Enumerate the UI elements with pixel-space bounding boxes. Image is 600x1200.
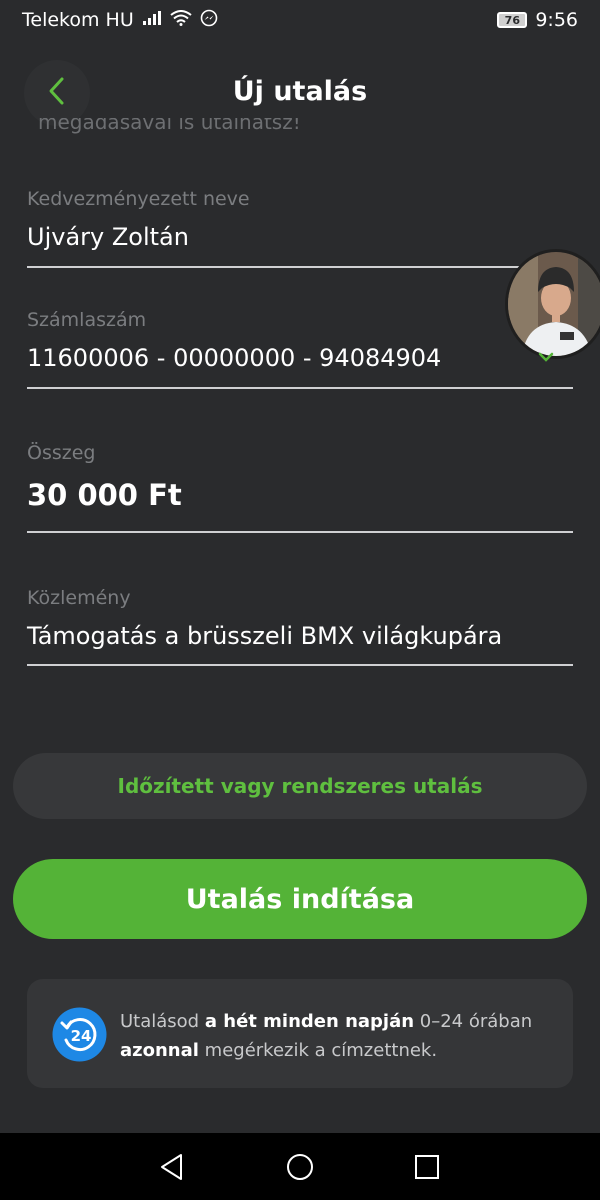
battery-icon: 76	[497, 12, 528, 28]
navigation-bar	[0, 1133, 600, 1200]
signal-icon	[142, 9, 162, 31]
clock: 9:56	[535, 9, 578, 31]
beneficiary-label: Kedvezményezett neve	[27, 188, 250, 210]
status-bar: Telekom HU 76 9:56	[0, 0, 600, 40]
account-number-label: Számlaszám	[27, 309, 147, 331]
chevron-down-icon[interactable]	[538, 348, 554, 367]
clock-24-label: 24	[71, 1027, 92, 1045]
account-number-underline	[27, 387, 573, 389]
message-underline	[27, 664, 573, 666]
account-number-input[interactable]: 11600006 - 00000000 - 94084904	[27, 344, 441, 372]
message-field[interactable]: Közlemény Támogatás a brüsszeli BMX vilá…	[27, 585, 573, 669]
clipped-hint-text: megadásával is utalhatsz!	[38, 118, 301, 134]
amount-label: Összeg	[27, 442, 96, 464]
beneficiary-input[interactable]: Ujváry Zoltán	[27, 223, 189, 251]
messenger-icon	[200, 9, 218, 32]
avatar[interactable]	[508, 252, 600, 356]
scheduled-transfer-button[interactable]: Időzített vagy rendszeres utalás	[13, 753, 587, 819]
account-number-field[interactable]: Számlaszám 11600006 - 00000000 - 9408490…	[27, 307, 573, 391]
message-input[interactable]: Támogatás a brüsszeli BMX világkupára	[27, 622, 502, 650]
amount-underline	[27, 531, 573, 533]
nav-home-icon[interactable]	[285, 1152, 315, 1182]
page-title: Új utalás	[232, 76, 368, 107]
wifi-icon	[170, 9, 192, 31]
start-transfer-button[interactable]: Utalás indítása	[13, 859, 587, 939]
clock-24-icon: 24	[52, 1007, 107, 1062]
amount-field[interactable]: Összeg 30 000 Ft	[27, 440, 573, 535]
nav-back-icon[interactable]	[157, 1152, 187, 1182]
amount-input[interactable]: 30 000 Ft	[27, 478, 182, 512]
info-text: Utalásod a hét minden napján 0–24 órában…	[120, 1011, 533, 1061]
nav-recents-icon[interactable]	[412, 1152, 442, 1182]
info-box: 24 Utalásod a hét minden napján 0–24 órá…	[27, 979, 573, 1088]
beneficiary-underline	[27, 266, 573, 268]
carrier-name: Telekom HU	[22, 9, 134, 31]
beneficiary-field[interactable]: Kedvezményezett neve Ujváry Zoltán	[27, 186, 573, 270]
message-label: Közlemény	[27, 587, 131, 609]
